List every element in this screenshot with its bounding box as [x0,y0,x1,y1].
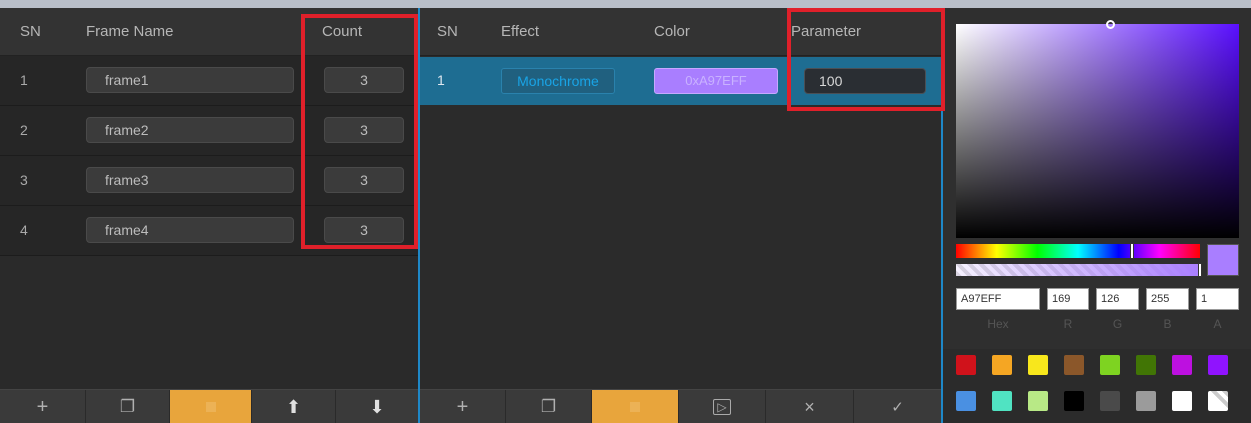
close-icon: × [804,396,815,417]
col-frame-name-header: Frame Name [86,23,174,40]
saturation-value-area[interactable] [956,20,1239,238]
annotation-box-count [301,14,418,249]
delete-frame-button[interactable] [170,390,252,423]
hex-input[interactable]: A97EFF [956,288,1040,310]
col-sn-header: SN [20,23,41,40]
g-label: G [1112,317,1123,331]
copy-icon: ❐ [119,397,136,416]
hue-handle[interactable] [1130,243,1134,259]
color-field[interactable]: 0xA97EFF [654,68,778,94]
delete-effect-button[interactable] [592,390,679,423]
plus-icon: + [36,395,49,418]
frame-sn: 1 [20,72,28,88]
effect-select[interactable]: Monochrome [501,68,615,94]
swatch-lime[interactable] [1100,355,1120,375]
col-color-header: Color [654,23,690,40]
frame-name-field[interactable]: frame3 [86,167,294,193]
effects-toolbar: + ❐ ▷ × ✓ [420,389,941,423]
play-icon: ▷ [713,399,731,415]
swatch-black[interactable] [1064,391,1084,411]
swatch-teal[interactable] [992,391,1012,411]
swatch-light-green[interactable] [1028,391,1048,411]
sv-handle[interactable] [1106,20,1115,29]
check-icon: ✓ [891,399,904,416]
a-label: A [1213,317,1222,331]
alpha-handle[interactable] [1198,263,1202,277]
r-input[interactable]: 169 [1047,288,1089,310]
current-color-preview [1207,244,1239,276]
frames-toolbar: + ❐ ⬆ ⬇ [0,389,418,423]
confirm-effect-button[interactable]: ✓ [854,390,941,423]
copy-effect-button[interactable]: ❐ [506,390,592,423]
arrow-down-icon: ⬇ [369,396,385,417]
move-down-button[interactable]: ⬇ [336,390,418,423]
swatch-dark-gray[interactable] [1100,391,1120,411]
swatch-orange[interactable] [992,355,1012,375]
hue-slider[interactable] [956,243,1200,259]
col-sn-header: SN [437,23,458,40]
frame-sn: 3 [20,172,28,188]
move-up-button[interactable]: ⬆ [252,390,336,423]
swatch-blue[interactable] [956,391,976,411]
plus-icon: + [456,395,469,418]
annotation-box-parameter [787,8,945,111]
preview-effect-button[interactable]: ▷ [679,390,766,423]
b-label: B [1163,317,1172,331]
window-top-bar [0,0,1251,8]
swatch-gray[interactable] [1136,391,1156,411]
frame-name-field[interactable]: frame4 [86,217,294,243]
add-effect-button[interactable]: + [420,390,506,423]
swatch-green[interactable] [1136,355,1156,375]
g-input[interactable]: 126 [1096,288,1139,310]
swatch-yellow[interactable] [1028,355,1048,375]
copy-icon: ❐ [540,397,557,416]
swatch-brown[interactable] [1064,355,1084,375]
frame-sn: 4 [20,222,28,238]
copy-frame-button[interactable]: ❐ [86,390,170,423]
color-picker: A97EFF 169 126 255 1 Hex R G B A [943,8,1251,423]
delete-icon [205,402,216,412]
frame-sn: 2 [20,122,28,138]
frame-name-field[interactable]: frame1 [86,67,294,93]
alpha-slider[interactable] [956,263,1202,277]
effect-sn: 1 [437,72,445,88]
b-input[interactable]: 255 [1146,288,1189,310]
close-effect-button[interactable]: × [766,390,854,423]
swatch-magenta[interactable] [1172,355,1192,375]
frame-name-field[interactable]: frame2 [86,117,294,143]
hex-label: Hex [987,317,1009,331]
add-frame-button[interactable]: + [0,390,86,423]
color-picker-main: A97EFF 169 126 255 1 Hex R G B A [943,8,1251,349]
arrow-up-icon: ⬆ [285,396,302,417]
col-effect-header: Effect [501,23,540,40]
swatch-red[interactable] [956,355,976,375]
delete-icon [630,402,640,412]
swatch-transparent[interactable] [1208,391,1228,411]
a-input[interactable]: 1 [1196,288,1239,310]
swatch-white[interactable] [1172,391,1192,411]
swatch-purple[interactable] [1208,355,1228,375]
r-label: R [1063,317,1073,331]
